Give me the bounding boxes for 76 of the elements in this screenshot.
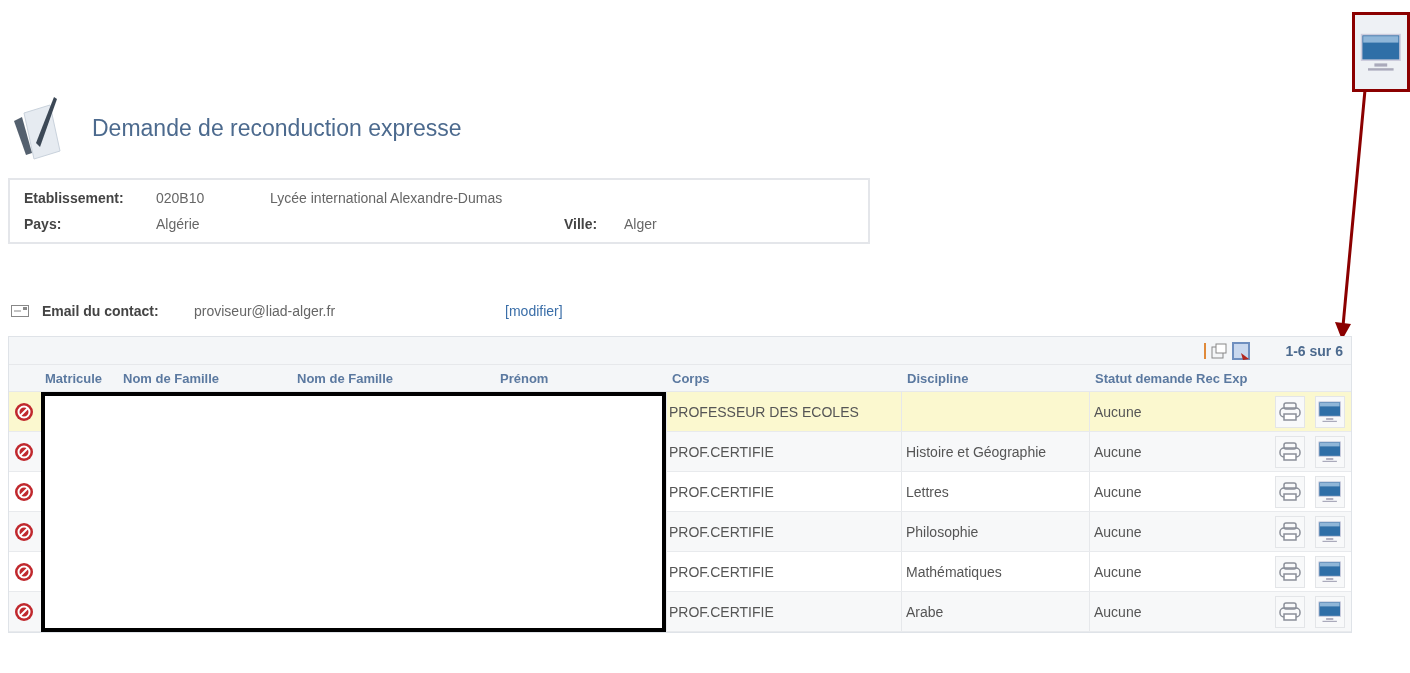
separator-icon: [1204, 342, 1208, 359]
table-row[interactable]: PROF.CERTIFIE Arabe Aucune: [666, 592, 1351, 632]
field-label: Email du contact:: [42, 303, 160, 319]
table-cell: Aucune: [1089, 552, 1271, 591]
table-row[interactable]: PROFESSEUR DES ECOLES Aucune: [666, 392, 1351, 432]
column-header: Nom de Famille: [296, 370, 395, 386]
monitor-icon: [1360, 32, 1402, 72]
table-cell: Philosophie: [901, 512, 1089, 551]
table-cell: Aucune: [1089, 392, 1271, 431]
page-title: Demande de reconduction expresse: [92, 114, 462, 142]
forbidden-icon: [14, 561, 34, 582]
table-cell: PROFESSEUR DES ECOLES: [666, 392, 901, 431]
printer-icon: [1279, 601, 1301, 622]
print-button[interactable]: [1275, 555, 1305, 588]
table-cell: PROF.CERTIFIE: [666, 552, 901, 591]
column-header: Matricule: [44, 370, 104, 386]
table-cell: Aucune: [1089, 592, 1271, 631]
forbidden-icon: [14, 601, 34, 622]
field-value: Algérie: [156, 216, 201, 232]
table-row[interactable]: PROF.CERTIFIE Philosophie Aucune: [666, 512, 1351, 552]
monitor-icon: [1318, 560, 1342, 583]
printer-icon: [1279, 481, 1301, 502]
field-label: Ville:: [564, 216, 599, 232]
column-header: Discipline: [906, 370, 970, 386]
printer-icon: [1279, 561, 1301, 582]
table-cell: Mathématiques: [901, 552, 1089, 591]
monitor-icon: [1318, 600, 1342, 623]
forbidden-icon: [14, 481, 34, 502]
table-cell: Aucune: [1089, 472, 1271, 511]
table-row[interactable]: PROF.CERTIFIE Lettres Aucune: [666, 472, 1351, 512]
field-label: Pays:: [24, 216, 63, 232]
view-button[interactable]: [1315, 555, 1345, 588]
field-value: 020B10: [156, 190, 206, 206]
printer-icon: [1279, 401, 1301, 422]
email-value: proviseur@liad-alger.fr: [194, 303, 336, 319]
printer-icon: [1279, 521, 1301, 542]
print-button[interactable]: [1275, 595, 1305, 628]
table-row[interactable]: PROF.CERTIFIE Histoire et Géographie Aucune: [666, 432, 1351, 472]
column-header: Corps: [671, 370, 711, 386]
monitor-icon: [1318, 440, 1342, 463]
view-button[interactable]: [1315, 515, 1345, 548]
printer-icon: [1279, 441, 1301, 462]
print-button[interactable]: [1275, 435, 1305, 468]
forbidden-icon: [14, 401, 34, 422]
view-button[interactable]: [1315, 435, 1345, 468]
table-cell: Aucune: [1089, 512, 1271, 551]
field-label: Etablissement:: [24, 190, 125, 206]
column-header: Nom de Famille: [122, 370, 221, 386]
forbidden-icon: [14, 521, 34, 542]
field-value: Lycée international Alexandre-Dumas: [270, 190, 504, 206]
monitor-icon: [1318, 400, 1342, 423]
column-header: Statut demande Rec Exp: [1094, 370, 1249, 386]
monitor-icon: [1318, 520, 1342, 543]
print-button[interactable]: [1275, 475, 1305, 508]
table-cell: Lettres: [901, 472, 1089, 511]
table-row[interactable]: PROF.CERTIFIE Mathématiques Aucune: [666, 552, 1351, 592]
print-button[interactable]: [1275, 515, 1305, 548]
forbidden-icon: [14, 441, 34, 462]
view-button[interactable]: [1315, 395, 1345, 428]
table-cell: Aucune: [1089, 432, 1271, 471]
view-button[interactable]: [1315, 595, 1345, 628]
table-cell: PROF.CERTIFIE: [666, 472, 901, 511]
table-cell: Histoire et Géographie: [901, 432, 1089, 471]
print-button[interactable]: [1275, 395, 1305, 428]
spreadsheet-icon[interactable]: [1231, 340, 1252, 361]
envelope-icon: [11, 305, 29, 317]
table-cell: Arabe: [901, 592, 1089, 631]
modify-link[interactable]: [modifier]: [505, 303, 563, 319]
field-value: Alger: [624, 216, 658, 232]
table-cell: PROF.CERTIFIE: [666, 512, 901, 551]
table-cell: PROF.CERTIFIE: [666, 592, 901, 631]
table-cell: PROF.CERTIFIE: [666, 432, 901, 471]
view-button[interactable]: [1315, 475, 1345, 508]
pagination-count: 1-6 sur 6: [1285, 342, 1343, 359]
monitor-icon: [1318, 480, 1342, 503]
column-header: Prénom: [499, 370, 550, 386]
